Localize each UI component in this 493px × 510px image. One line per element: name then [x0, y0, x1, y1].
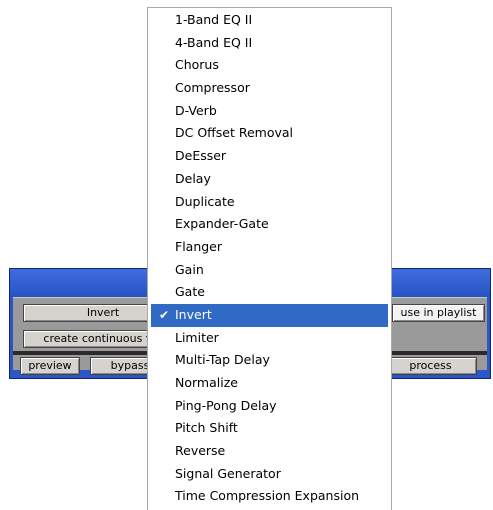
menu-item[interactable]: Compressor — [148, 77, 391, 100]
menu-item[interactable]: Delay — [148, 168, 391, 191]
menu-item-label: DC Offset Removal — [175, 125, 294, 141]
menu-item-label: Time Compression Expansion — [175, 488, 360, 504]
menu-item-label: Pitch Shift — [175, 420, 238, 436]
menu-item[interactable]: Reverse — [148, 440, 391, 463]
menu-item-label: Limiter — [175, 329, 219, 345]
menu-item-label: Expander-Gate — [175, 216, 269, 232]
menu-item[interactable]: Expander-Gate — [148, 213, 391, 236]
checkmark-icon: ✔ — [159, 307, 170, 322]
menu-item-label: Gain — [175, 261, 204, 277]
process-button[interactable]: process — [384, 357, 477, 375]
menu-item-label: Signal Generator — [175, 465, 281, 481]
menu-item[interactable]: D-Verb — [148, 100, 391, 123]
menu-item-label: Multi-Tap Delay — [175, 352, 270, 368]
menu-item[interactable]: 4-Band EQ II — [148, 32, 391, 55]
menu-item[interactable]: Duplicate — [148, 191, 391, 214]
menu-item[interactable]: Flanger — [148, 236, 391, 259]
menu-item[interactable]: Limiter — [148, 327, 391, 350]
menu-item-label: Compressor — [175, 80, 250, 96]
menu-item-label: Flanger — [175, 238, 223, 254]
menu-item[interactable]: DeEsser — [148, 145, 391, 168]
menu-item-label: Chorus — [175, 57, 219, 73]
menu-item[interactable]: Pitch Shift — [148, 417, 391, 440]
menu-item[interactable]: 1-Band EQ II — [148, 9, 391, 32]
menu-item[interactable]: DC Offset Removal — [148, 122, 391, 145]
menu-item-label: 4-Band EQ II — [175, 34, 253, 50]
menu-item[interactable]: Gain — [148, 259, 391, 282]
menu-item-label: Ping-Pong Delay — [175, 397, 277, 413]
menu-item[interactable]: Chorus — [148, 54, 391, 77]
menu-item-selected[interactable]: ✔ Invert — [151, 303, 388, 327]
plugin-dropdown-menu: 1-Band EQ II 4-Band EQ II Chorus Compres… — [147, 7, 392, 510]
menu-item-label: Gate — [175, 284, 205, 300]
menu-item-label: Invert — [175, 306, 212, 322]
menu-item[interactable]: Multi-Tap Delay — [148, 349, 391, 372]
menu-item-label: Delay — [175, 170, 211, 186]
menu-item[interactable]: Ping-Pong Delay — [148, 395, 391, 418]
menu-item[interactable]: Normalize — [148, 372, 391, 395]
preview-button[interactable]: preview — [20, 357, 80, 375]
menu-item-label: Normalize — [175, 375, 238, 390]
menu-item[interactable]: Gate — [148, 281, 391, 304]
menu-item[interactable]: Signal Generator — [148, 463, 391, 486]
menu-item-label: Duplicate — [175, 193, 235, 209]
menu-item-label: DeEsser — [175, 148, 227, 164]
menu-item[interactable]: Time Compression Expansion — [148, 485, 391, 508]
use-in-playlist-button[interactable]: use in playlist — [392, 304, 485, 322]
menu-item-label: D-Verb — [175, 102, 217, 118]
menu-item-label: 1-Band EQ II — [175, 12, 253, 27]
menu-item-label: Reverse — [175, 443, 226, 459]
